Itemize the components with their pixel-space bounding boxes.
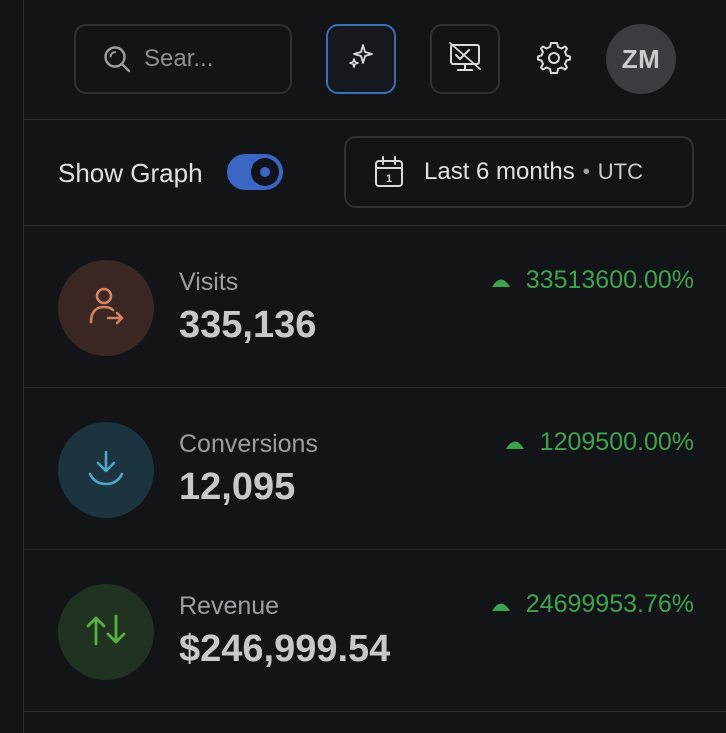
sparkle-icon (345, 41, 377, 78)
show-graph-label: Show Graph (58, 158, 203, 188)
metric-label: Visits (179, 268, 239, 296)
metric-icon-circle (58, 584, 154, 680)
search-input[interactable] (144, 45, 264, 73)
display-toggle-button[interactable] (430, 24, 500, 94)
toggle-knob (251, 158, 279, 186)
date-range-button[interactable]: 1 Last 6 months • UTC (344, 136, 694, 208)
metric-change: 33513600.00% (490, 266, 694, 295)
left-rail-divider (0, 0, 24, 733)
user-arrow-icon (84, 284, 128, 333)
metric-icon-circle (58, 422, 154, 518)
controls-row: Show Graph 1 Last 6 months • UTC (24, 120, 726, 226)
metric-change: 1209500.00% (504, 428, 694, 457)
top-bar: ZM (24, 0, 726, 120)
metric-change-value: 1209500.00% (539, 428, 694, 456)
show-graph-toggle[interactable] (227, 154, 283, 190)
metric-change-value: 24699953.76% (525, 590, 694, 618)
monitor-check-icon (447, 40, 483, 79)
metric-icon-circle (58, 260, 154, 356)
range-separator: • (582, 160, 590, 183)
calendar-icon: 1 (372, 155, 406, 189)
metric-value: 12,095 (179, 466, 296, 508)
gear-icon (536, 39, 572, 80)
metric-value: 335,136 (179, 304, 317, 346)
ai-sparkle-button[interactable] (326, 24, 396, 94)
dashboard-panel: ZM Show Graph 1 Last 6 months • UTC (0, 0, 726, 733)
metric-card-revenue[interactable]: Revenue $246,999.54 24699953.76% (24, 550, 726, 712)
search-icon (100, 42, 134, 76)
trend-up-icon (491, 279, 510, 287)
user-avatar[interactable]: ZM (606, 24, 676, 94)
settings-button[interactable] (526, 24, 582, 94)
date-range-label: Last 6 months (424, 158, 575, 185)
download-icon (84, 446, 128, 495)
timezone-label: UTC (597, 159, 643, 184)
trend-up-icon (505, 441, 524, 449)
trend-up-icon (491, 603, 510, 611)
search-box[interactable] (74, 24, 292, 94)
metric-change: 24699953.76% (490, 590, 694, 619)
metric-change-value: 33513600.00% (525, 266, 694, 294)
metric-label: Revenue (179, 592, 280, 620)
svg-text:1: 1 (386, 173, 392, 185)
metric-card-conversions[interactable]: Conversions 12,095 1209500.00% (24, 388, 726, 550)
metric-value: $246,999.54 (179, 628, 391, 670)
swap-arrows-icon (82, 608, 130, 657)
metric-card-visits[interactable]: Visits 335,136 33513600.00% (24, 226, 726, 388)
metric-label: Conversions (179, 430, 318, 458)
